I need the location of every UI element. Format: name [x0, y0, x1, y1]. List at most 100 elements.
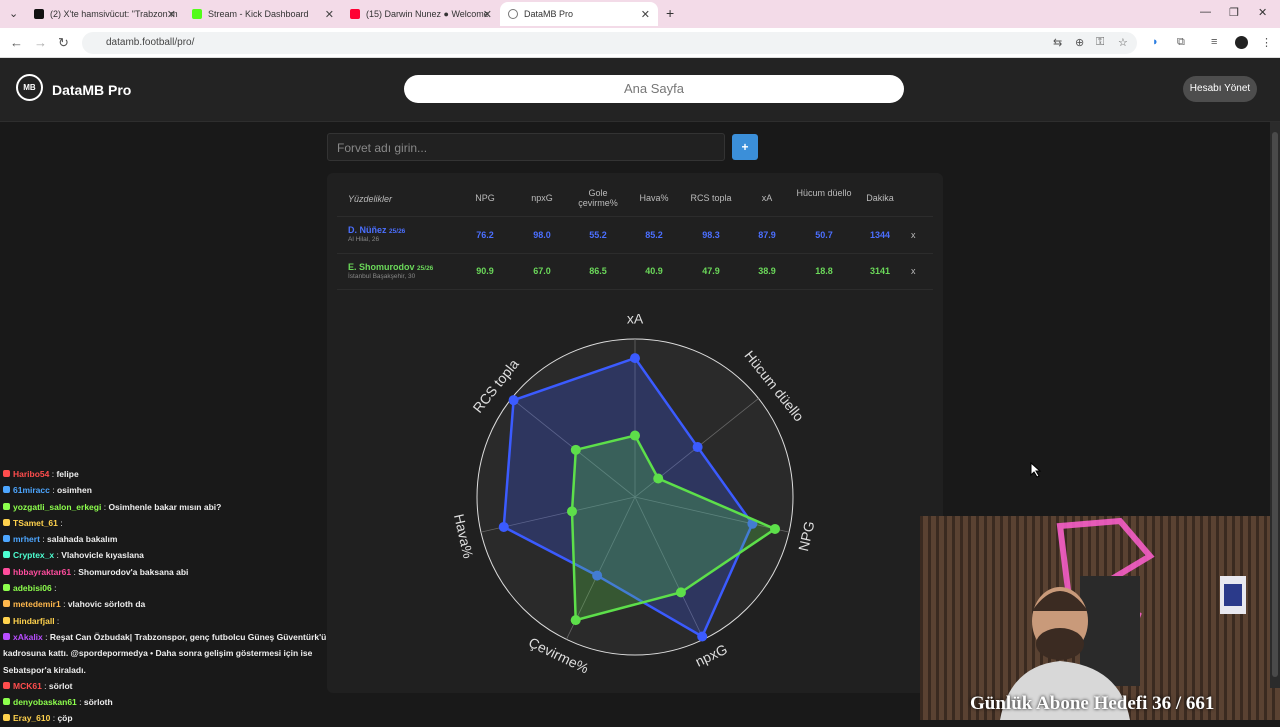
chat-username[interactable]: Cryptex_x: [13, 550, 54, 560]
chat-username[interactable]: TSamet_61: [13, 518, 58, 528]
home-nav-button[interactable]: Ana Sayfa: [404, 75, 904, 103]
more-icon[interactable]: ⋮: [1261, 36, 1272, 49]
tab-list-icon[interactable]: ≡: [1211, 36, 1217, 48]
chat-badge-icon: [3, 584, 10, 592]
translate-icon[interactable]: ⇆: [1053, 36, 1062, 49]
chat-username[interactable]: Hindarfjall: [13, 616, 55, 626]
mouse-cursor-icon: [1030, 462, 1042, 478]
tab-x[interactable]: (2) X'te hamsivücut: "Trabzon m ✕: [26, 2, 184, 26]
chat-text: çöp: [57, 713, 73, 724]
chat-badge-icon: [3, 567, 10, 575]
browser-tab-strip: ⌄ (2) X'te hamsivücut: "Trabzon m ✕ Stre…: [0, 0, 1280, 28]
chat-text: felipe: [56, 469, 79, 479]
chat-message: yozgatli_salon_erkegi : Osimhenle bakar …: [3, 499, 332, 515]
chat-badge-icon: [3, 502, 10, 510]
chat-username[interactable]: mrhert: [13, 534, 40, 544]
chat-message: Eray_610 : çöp: [3, 710, 332, 726]
radar-axis-label: NPG: [795, 520, 817, 553]
chat-badge-icon: [3, 470, 10, 477]
chat-username[interactable]: metedemir1: [13, 599, 61, 609]
chat-badge-icon: [3, 698, 10, 706]
tab-search-icon[interactable]: ⌄: [9, 7, 18, 20]
close-icon[interactable]: ✕: [641, 8, 650, 21]
profile-avatar[interactable]: [1235, 36, 1248, 49]
brand-name[interactable]: DataMB Pro: [52, 82, 131, 98]
chat-separator: :: [49, 485, 57, 496]
chat-separator: :: [41, 680, 49, 691]
chat-username[interactable]: 61miracc: [13, 485, 50, 495]
webcam-image: [920, 516, 1280, 720]
close-window-icon[interactable]: ✕: [1258, 6, 1267, 19]
app-header: MB DataMB Pro Ana Sayfa Hesabı Yönet: [0, 58, 1280, 122]
scrollbar-thumb[interactable]: [1272, 132, 1278, 677]
radar-point: [566, 506, 577, 517]
extension-icon[interactable]: ◗: [1152, 36, 1159, 48]
radar-point: [630, 430, 640, 441]
chat-text: Osimhenle bakar mısın abi?: [108, 501, 222, 512]
chat-username[interactable]: Eray_610: [13, 713, 50, 723]
chat-badge-icon: [3, 518, 10, 526]
chat-message: denyobaskan61 : sörloth: [3, 694, 332, 710]
key-icon[interactable]: ⚿: [1096, 36, 1104, 49]
chat-message: Cryptex_x : Vlahovicle kıyaslana: [3, 547, 332, 563]
chat-badge-icon: [3, 616, 10, 624]
back-icon[interactable]: ←: [10, 35, 23, 50]
chat-username[interactable]: yozgatli_salon_erkegi: [13, 502, 101, 512]
chat-text: sörloth: [83, 697, 113, 708]
restore-icon[interactable]: ❐: [1229, 6, 1239, 19]
stream-chat: Haribo54 : felipe 61miracc : osimhen yozga…: [0, 466, 332, 723]
tab-title: (15) Darwin Nunez ● Welcome: [366, 9, 489, 19]
minimize-icon[interactable]: —: [1200, 6, 1211, 18]
radar-point: [570, 444, 581, 455]
chat-badge-icon: [3, 681, 10, 689]
chat-username[interactable]: denyobaskan61: [13, 697, 77, 707]
radar-point: [692, 442, 703, 453]
chat-text: Reşat Can Özbudak| Trabzonspor, genç fut…: [49, 631, 327, 642]
manage-account-button[interactable]: Hesabı Yönet: [1183, 76, 1257, 102]
close-icon[interactable]: ✕: [167, 8, 176, 21]
url-field[interactable]: datamb.football/pro/: [82, 32, 1137, 54]
puzzle-icon[interactable]: ⧉: [1177, 36, 1185, 49]
radar-point: [675, 587, 686, 598]
add-player-button[interactable]: +: [732, 134, 758, 160]
chat-username[interactable]: xAkalix: [13, 632, 43, 642]
chat-text: Sebatspor'a kiraladı.: [3, 664, 86, 675]
chat-message: mrhert : salahada bakalım: [3, 531, 332, 547]
chat-message: MCK61 : sörlot: [3, 678, 332, 694]
chat-text: kadrosuna kattı. @spordepormedya • Daha …: [3, 648, 313, 659]
chat-text: Shomurodov'a baksana abi: [78, 566, 189, 577]
chat-text: osimhen: [56, 485, 92, 496]
radar-point: [697, 631, 708, 642]
star-icon[interactable]: ☆: [1118, 36, 1128, 49]
chat-username[interactable]: hbbayraktar61: [13, 567, 71, 577]
chat-message: hbbayraktar61 : Shomurodov'a baksana abi: [3, 564, 332, 580]
chat-separator: :: [57, 517, 63, 528]
chat-message: Sebatspor'a kiraladı.: [3, 662, 332, 678]
radar-point: [770, 523, 781, 534]
tab-kick[interactable]: Stream - Kick Dashboard ✕: [184, 2, 342, 26]
tab-youtube[interactable]: (15) Darwin Nunez ● Welcome ✕: [342, 2, 500, 26]
chat-username[interactable]: adebisi06: [13, 583, 52, 593]
datamb-logo[interactable]: MB: [16, 74, 43, 101]
forward-name-input[interactable]: Forvet adı girin...: [327, 133, 725, 161]
chat-separator: :: [51, 583, 57, 594]
tab-datamb[interactable]: DataMB Pro ✕: [500, 2, 658, 26]
chat-separator: :: [60, 599, 68, 610]
radar-point: [630, 353, 640, 364]
close-icon[interactable]: ✕: [325, 8, 334, 21]
zoom-icon[interactable]: ⊕: [1075, 36, 1084, 49]
x-logo-icon: [34, 9, 44, 19]
forward-icon[interactable]: →: [34, 35, 47, 50]
reload-icon[interactable]: ↻: [58, 35, 69, 51]
chat-separator: :: [54, 615, 60, 626]
close-icon[interactable]: ✕: [483, 8, 492, 21]
chat-separator: :: [39, 534, 48, 545]
chat-username[interactable]: Haribo54: [13, 469, 49, 479]
chat-text: vlahovic sörloth da: [67, 599, 146, 610]
globe-icon: [508, 9, 518, 19]
chat-username[interactable]: MCK61: [13, 681, 42, 691]
new-tab-button[interactable]: +: [666, 5, 674, 21]
chat-text: sörlot: [48, 680, 73, 691]
subscriber-goal-overlay: Günlük Abone Hedefi 36 / 661: [970, 693, 1215, 714]
page-scrollbar[interactable]: [1270, 122, 1280, 688]
